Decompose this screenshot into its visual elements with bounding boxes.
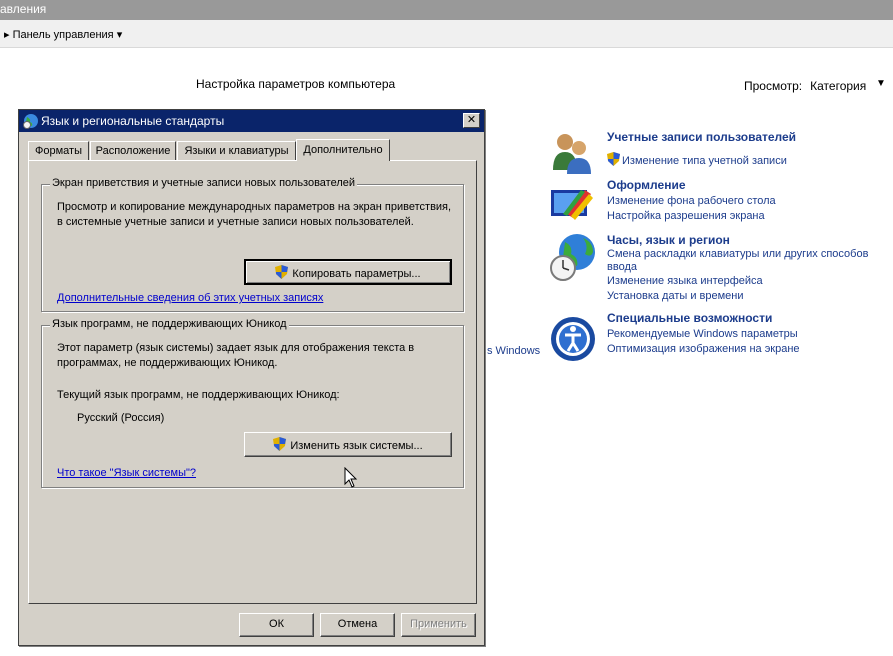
- link-screen-resolution[interactable]: Настройка разрешения экрана: [607, 210, 765, 222]
- category-title[interactable]: Оформление: [607, 178, 686, 192]
- uac-shield-icon: [273, 437, 287, 451]
- category-title[interactable]: Часы, язык и регион: [607, 233, 730, 247]
- globe-icon: [23, 113, 39, 132]
- tab-formats[interactable]: Форматы: [28, 141, 89, 160]
- control-panel-titlebar: авления: [0, 0, 893, 20]
- mouse-cursor-icon: [344, 466, 358, 492]
- cancel-button[interactable]: Отмена: [320, 613, 395, 637]
- users-icon[interactable]: [549, 130, 595, 176]
- breadcrumb-arrow-icon[interactable]: ▸: [4, 29, 13, 41]
- link-change-display-language[interactable]: Изменение языка интерфейса: [607, 275, 763, 287]
- change-system-locale-button[interactable]: Изменить язык системы...: [244, 432, 452, 457]
- group-non-unicode: Язык программ, не поддерживающих Юникод …: [41, 318, 464, 488]
- group-welcome-screen: Экран приветствия и учетные записи новых…: [41, 177, 464, 312]
- view-value[interactable]: Категория: [810, 79, 866, 93]
- breadcrumb-item-control-panel[interactable]: Панель управления: [13, 29, 114, 41]
- close-icon[interactable]: ✕: [467, 114, 476, 126]
- dialog-titlebar[interactable]: Язык и региональные стандарты ✕: [19, 110, 484, 132]
- link-set-date-time[interactable]: Установка даты и времени: [607, 290, 744, 302]
- current-language-value: Русский (Россия): [77, 412, 165, 424]
- view-label: Просмотр:: [744, 79, 803, 93]
- clock-globe-icon[interactable]: [549, 232, 595, 281]
- group-description: Этот параметр (язык системы) задает язык…: [57, 342, 415, 369]
- button-label[interactable]: Отмена: [321, 618, 394, 630]
- category-title[interactable]: Учетные записи пользователей: [607, 130, 796, 144]
- link-change-account-type[interactable]: Изменение типа учетной записи: [607, 152, 787, 167]
- button-label[interactable]: Копировать параметры...: [292, 268, 420, 280]
- close-button[interactable]: ✕: [463, 113, 480, 128]
- page-title: Настройка параметров компьютера: [196, 77, 396, 91]
- chevron-down-icon[interactable]: ▼: [876, 78, 886, 89]
- appearance-icon[interactable]: [549, 184, 595, 230]
- group-title: Язык программ, не поддерживающих Юникод: [50, 318, 289, 330]
- link-change-keyboard[interactable]: Смена раскладки клавиатуры или других сп…: [607, 248, 887, 274]
- link-recommended-settings[interactable]: Рекомендуемые Windows параметры: [607, 328, 798, 340]
- category-user-accounts: Учетные записи пользователей Изменение т…: [549, 130, 889, 178]
- category-clock-language-region: Часы, язык и регион Смена раскладки клав…: [549, 232, 889, 306]
- breadcrumb[interactable]: ▸ Панель управления ▾: [4, 28, 122, 41]
- category-appearance: Оформление Изменение фона рабочего стола…: [549, 178, 889, 228]
- ok-button[interactable]: ОК: [239, 613, 314, 637]
- link-more-about-accounts[interactable]: Дополнительные сведения об этих учетных …: [57, 292, 323, 304]
- tab-keyboards-languages[interactable]: Языки и клавиатуры: [177, 141, 296, 160]
- tab-administrative[interactable]: Дополнительно: [296, 139, 390, 161]
- control-panel-title: авления: [0, 2, 47, 16]
- link-what-is-system-locale[interactable]: Что такое "Язык системы"?: [57, 467, 196, 479]
- accessibility-icon[interactable]: [549, 315, 595, 361]
- button-label[interactable]: Применить: [402, 618, 475, 630]
- view-selector[interactable]: Просмотр: Категория ▼: [744, 78, 886, 93]
- uac-shield-icon: [275, 265, 289, 279]
- group-title: Экран приветствия и учетные записи новых…: [50, 177, 358, 189]
- tab-panel-administrative: Экран приветствия и учетные записи новых…: [28, 160, 477, 604]
- region-language-dialog: Язык и региональные стандарты ✕ Форматы …: [18, 109, 485, 646]
- breadcrumb-dropdown-icon[interactable]: ▾: [114, 29, 123, 41]
- button-label[interactable]: Изменить язык системы...: [290, 440, 422, 452]
- group-description: Просмотр и копирование международных пар…: [57, 201, 452, 228]
- obscured-link-fragment[interactable]: s Windows: [487, 345, 540, 357]
- button-label[interactable]: ОК: [240, 618, 313, 630]
- category-ease-of-access: Специальные возможности Рекомендуемые Wi…: [549, 311, 889, 361]
- dialog-title: Язык и региональные стандарты: [41, 114, 225, 128]
- uac-shield-icon: [607, 152, 620, 166]
- category-title[interactable]: Специальные возможности: [607, 311, 772, 325]
- link-optimize-display[interactable]: Оптимизация изображения на экране: [607, 343, 800, 355]
- link-text[interactable]: Изменение типа учетной записи: [622, 155, 787, 167]
- tab-location[interactable]: Расположение: [90, 141, 176, 160]
- apply-button[interactable]: Применить: [401, 613, 476, 637]
- link-change-background[interactable]: Изменение фона рабочего стола: [607, 195, 776, 207]
- address-bar[interactable]: ▸ Панель управления ▾: [0, 20, 893, 48]
- copy-settings-button[interactable]: Копировать параметры...: [244, 259, 452, 285]
- current-language-label: Текущий язык программ, не поддерживающих…: [57, 389, 340, 401]
